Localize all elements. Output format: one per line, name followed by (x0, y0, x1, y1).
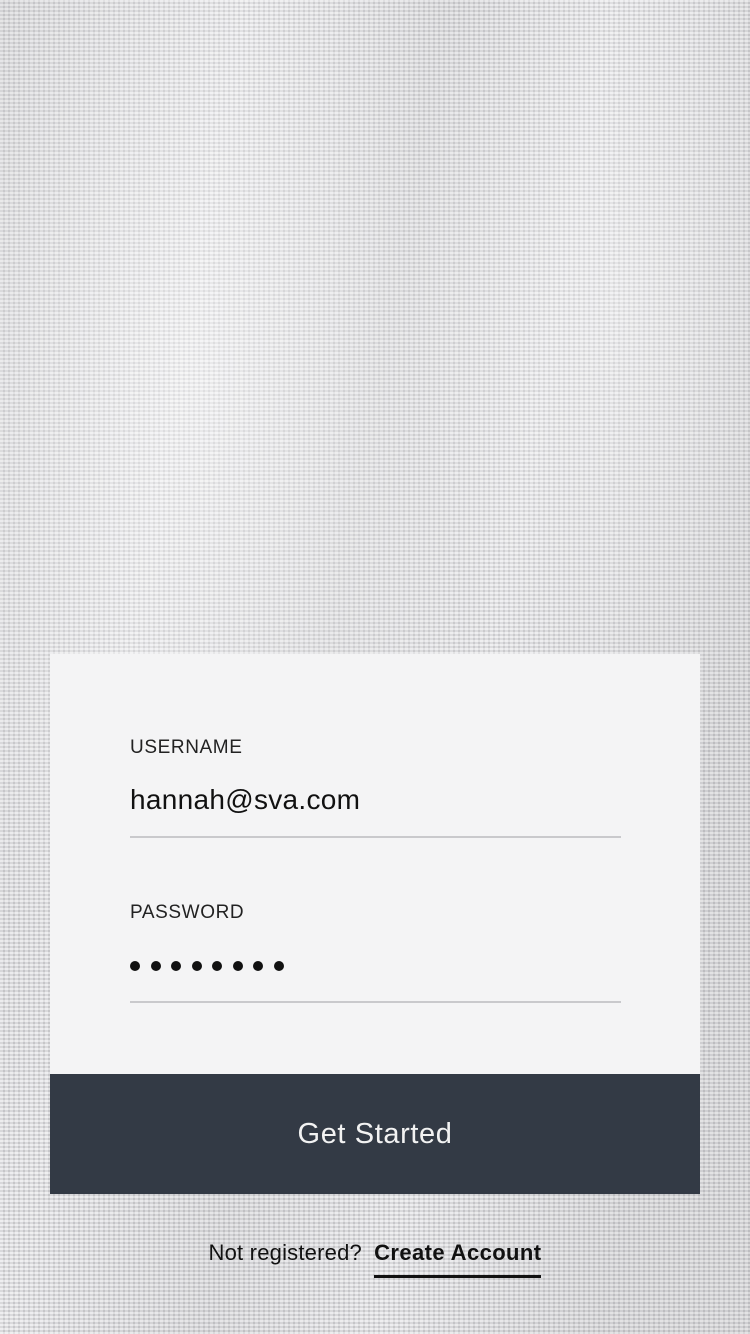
login-card: USERNAME hannah@sva.com PASSWORD (50, 654, 700, 1074)
username-label: USERNAME (130, 737, 243, 758)
username-field: USERNAME hannah@sva.com (130, 738, 621, 838)
password-mask (130, 945, 621, 971)
not-registered-text: Not registered? (208, 1240, 362, 1265)
password-dot (212, 961, 222, 971)
get-started-button[interactable]: Get Started (50, 1074, 700, 1194)
password-dot (191, 961, 202, 971)
password-dot (130, 961, 140, 971)
username-input[interactable]: hannah@sva.com (130, 780, 621, 838)
password-input[interactable] (130, 945, 621, 1003)
password-dot (273, 961, 284, 971)
password-dot (253, 961, 263, 971)
password-dot (232, 961, 243, 971)
register-prompt: Not registered? Create Account (0, 1240, 750, 1278)
password-label: PASSWORD (130, 902, 245, 923)
password-dot (150, 961, 161, 971)
create-account-link[interactable]: Create Account (374, 1240, 542, 1278)
password-field: PASSWORD (130, 903, 621, 1003)
password-dot (171, 961, 181, 971)
